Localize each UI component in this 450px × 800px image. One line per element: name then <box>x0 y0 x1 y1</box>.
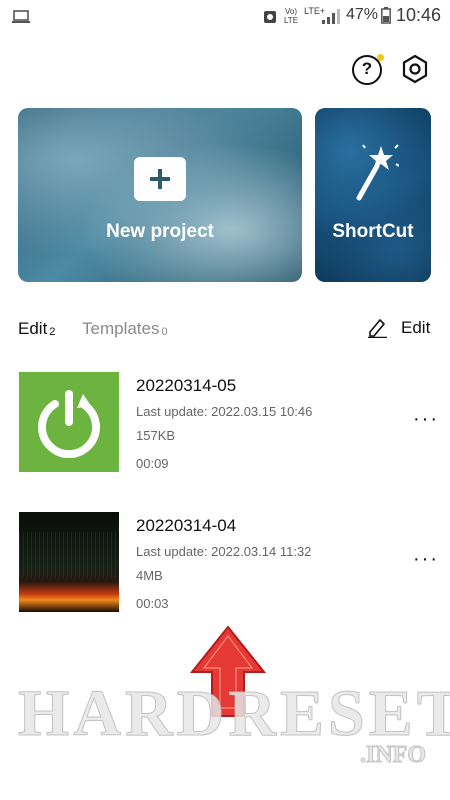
android-debug-icon <box>264 11 276 23</box>
settings-button[interactable] <box>401 54 429 84</box>
status-bar: Vo) LTE LTE+ 47% 10:46 <box>0 0 450 32</box>
clock: 10:46 <box>396 5 442 25</box>
project-duration: 00:09 <box>136 456 169 471</box>
watermark-text: HARDRESET <box>18 677 450 751</box>
new-project-card[interactable]: New project <box>18 108 302 282</box>
magic-wand-icon <box>356 144 399 201</box>
watermark-subtext: .INFO <box>360 742 427 769</box>
tab-edit-label: Edit <box>18 319 48 338</box>
volte-indicator: Vo) LTE <box>283 7 299 25</box>
project-duration: 00:03 <box>136 596 169 611</box>
project-name: 20220314-04 <box>136 516 237 535</box>
more-options-button[interactable]: ··· <box>413 408 439 431</box>
project-size: 4MB <box>136 568 163 583</box>
question-circle-icon: ? <box>361 59 373 78</box>
project-name: 20220314-05 <box>136 376 237 395</box>
project-size: 157KB <box>136 428 176 443</box>
plus-icon <box>134 157 186 201</box>
project-thumbnail <box>19 512 119 612</box>
pencil-icon <box>368 319 387 338</box>
hexagon-gear-icon <box>402 54 428 84</box>
project-thumbnail <box>19 372 119 472</box>
laptop-icon <box>12 10 30 23</box>
battery-icon <box>381 7 391 24</box>
more-options-button[interactable]: ··· <box>413 548 439 571</box>
shortcut-card[interactable]: ShortCut <box>315 108 431 282</box>
notification-dot <box>377 54 384 61</box>
tab-edit[interactable]: Edit 2 <box>18 319 55 339</box>
tab-edit-count: 2 <box>49 326 56 338</box>
edit-action-button[interactable]: Edit <box>366 315 432 341</box>
battery-percent: 47% <box>346 6 379 23</box>
list-item[interactable]: 20220314-04 Last update: 2022.03.14 11:3… <box>0 512 450 612</box>
new-project-label: New project <box>106 221 214 242</box>
signal-icon <box>322 9 340 24</box>
list-item[interactable]: 20220314-05 Last update: 2022.03.15 10:4… <box>0 372 450 472</box>
edit-action-label: Edit <box>401 318 431 337</box>
tab-templates[interactable]: Templates 0 <box>82 319 168 339</box>
power-icon <box>38 390 100 458</box>
tab-templates-count: 0 <box>161 326 168 338</box>
shortcut-label: ShortCut <box>332 221 414 242</box>
project-last-update: Last update: 2022.03.14 11:32 <box>136 544 312 559</box>
project-last-update: Last update: 2022.03.15 10:46 <box>136 404 313 419</box>
tab-templates-label: Templates <box>82 319 160 338</box>
